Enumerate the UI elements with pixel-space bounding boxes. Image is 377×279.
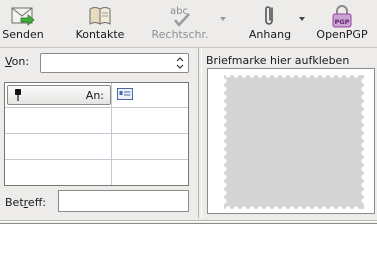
stamp-pane: Briefmarke hier aufkleben bbox=[204, 48, 377, 218]
address-card-icon[interactable] bbox=[117, 88, 133, 100]
recipient-type-label: An: bbox=[85, 89, 104, 102]
from-label: Von: bbox=[5, 55, 30, 68]
recipient-row-line bbox=[5, 133, 188, 134]
attach-button[interactable]: Anhang bbox=[244, 0, 296, 46]
recipient-type-select[interactable]: An: bbox=[7, 85, 111, 105]
spellcheck-dropdown-arrow[interactable] bbox=[220, 17, 226, 21]
contacts-label: Kontakte bbox=[75, 28, 125, 41]
postage-stamp-placeholder-icon bbox=[222, 73, 366, 211]
spellcheck-button[interactable]: abc Rechtschr. bbox=[148, 0, 212, 46]
attach-label: Anhang bbox=[248, 28, 292, 41]
message-body-editor[interactable] bbox=[0, 223, 377, 279]
subject-label: Betreff: bbox=[5, 196, 46, 209]
contacts-button[interactable]: Kontakte bbox=[72, 0, 128, 46]
subject-input[interactable] bbox=[58, 190, 189, 212]
openpgp-button[interactable]: PGP OpenPGP bbox=[312, 0, 372, 46]
stamp-drop-zone[interactable] bbox=[207, 68, 375, 214]
pane-divider[interactable] bbox=[198, 48, 202, 218]
address-book-icon bbox=[89, 7, 111, 25]
spellcheck-icon: abc bbox=[170, 6, 190, 27]
spellcheck-label: Rechtschr. bbox=[151, 28, 209, 41]
recipient-row-line bbox=[5, 107, 188, 108]
send-icon bbox=[11, 7, 35, 26]
toolbar: Senden Kontakte abc Rechtschr. Anhang PG… bbox=[0, 0, 377, 46]
pushpin-icon bbox=[15, 89, 21, 101]
paperclip-icon bbox=[265, 6, 273, 25]
recipient-row-line bbox=[5, 159, 188, 160]
send-button[interactable]: Senden bbox=[0, 0, 46, 46]
stamp-title: Briefmarke hier aufkleben bbox=[206, 54, 350, 67]
svg-text:abc: abc bbox=[170, 6, 188, 17]
updown-arrows-icon bbox=[176, 57, 184, 69]
openpgp-lock-icon: PGP bbox=[332, 5, 352, 28]
openpgp-label: OpenPGP bbox=[316, 28, 368, 41]
svg-text:PGP: PGP bbox=[335, 18, 350, 26]
addressing-pane: Von: An: Betreff: bbox=[0, 48, 196, 218]
from-select[interactable] bbox=[40, 53, 189, 73]
send-label: Senden bbox=[2, 28, 44, 41]
recipient-column-divider bbox=[111, 83, 112, 185]
recipient-list[interactable]: An: bbox=[4, 82, 189, 186]
attach-dropdown-arrow[interactable] bbox=[299, 17, 305, 21]
body-separator-highlight bbox=[0, 221, 377, 222]
